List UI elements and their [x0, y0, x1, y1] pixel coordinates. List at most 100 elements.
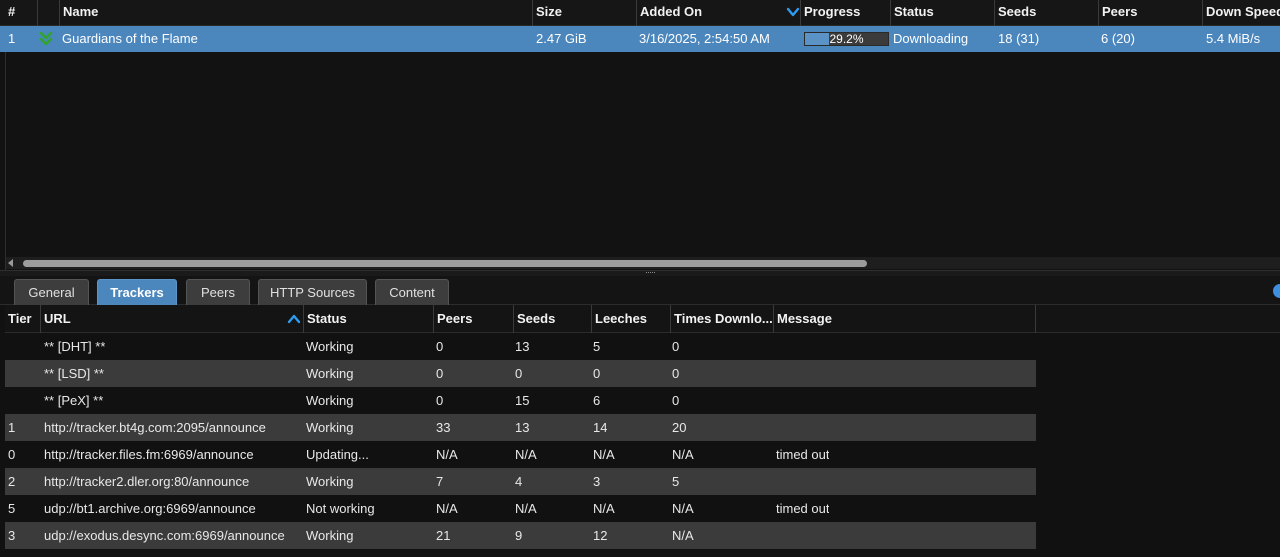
torrent-progress-bar: 29.2%: [804, 32, 889, 46]
tracker-row[interactable]: ** [LSD] ** Working 0 0 0 0: [5, 360, 1036, 387]
trackers-table: Tier URL Status Peers Seeds Leeches Time…: [5, 305, 1036, 557]
scrollbar-thumb[interactable]: [23, 260, 867, 267]
tracker-row[interactable]: ** [PeX] ** Working 0 15 6 0: [5, 387, 1036, 414]
column-header-times-downloaded[interactable]: Times Downlo...: [670, 305, 773, 333]
column-header-leeches[interactable]: Leeches: [591, 305, 670, 333]
tracker-seeds: N/A: [515, 501, 537, 516]
column-header-peers[interactable]: Peers: [433, 305, 513, 333]
column-header-seeds[interactable]: Seeds: [994, 0, 1098, 26]
column-header-peers[interactable]: Peers: [1098, 0, 1202, 26]
tracker-leeches: 5: [593, 339, 601, 354]
tracker-times-downloaded: 20: [672, 420, 687, 435]
progress-text: 29.2%: [829, 32, 864, 46]
tab-peers[interactable]: Peers: [186, 279, 250, 305]
tracker-seeds: 0: [515, 366, 523, 381]
tracker-url: udp://exodus.desync.com:6969/announce: [44, 528, 285, 543]
tracker-tier: 2: [8, 474, 16, 489]
chevron-down-icon: [786, 7, 800, 17]
torrent-seeds: 18 (31): [998, 31, 1040, 46]
column-header-message[interactable]: Message: [773, 305, 1036, 333]
properties-tab-bar: General Trackers Peers HTTP Sources Cont…: [0, 276, 1280, 305]
tracker-url: http://tracker.bt4g.com:2095/announce: [44, 420, 266, 435]
tracker-peers: 7: [436, 474, 444, 489]
scroll-left-arrow-icon[interactable]: [8, 259, 13, 267]
column-header-num[interactable]: #: [0, 0, 37, 26]
tracker-status: Not working: [306, 501, 375, 516]
tracker-url: http://tracker2.dler.org:80/announce: [44, 474, 250, 489]
torrent-peers: 6 (20): [1101, 31, 1135, 46]
tracker-message: timed out: [776, 501, 830, 516]
tracker-seeds: 15: [515, 393, 530, 408]
tracker-tier: 1: [8, 420, 16, 435]
torrent-status: Downloading: [893, 31, 969, 46]
tracker-seeds: N/A: [515, 447, 537, 462]
column-header-down-speed[interactable]: Down Speed: [1202, 0, 1280, 26]
column-header-added-on[interactable]: Added On: [636, 0, 800, 26]
tracker-peers: 0: [436, 339, 444, 354]
tracker-times-downloaded: 5: [672, 474, 680, 489]
tracker-peers: N/A: [436, 447, 458, 462]
tracker-seeds: 9: [515, 528, 523, 543]
column-header-size[interactable]: Size: [532, 0, 636, 26]
column-header-url[interactable]: URL: [40, 305, 303, 333]
tracker-url: http://tracker.files.fm:6969/announce: [44, 447, 254, 462]
tracker-seeds: 4: [515, 474, 523, 489]
column-header-name[interactable]: Name: [59, 0, 532, 26]
options-icon[interactable]: [1273, 284, 1280, 298]
column-header-tier[interactable]: Tier: [5, 305, 40, 333]
tracker-tier: 0: [8, 447, 16, 462]
tracker-times-downloaded: 0: [672, 366, 680, 381]
torrent-added-on: 3/16/2025, 2:54:50 AM: [639, 31, 770, 46]
tracker-status: Working: [306, 366, 354, 381]
tracker-leeches: 3: [593, 474, 601, 489]
tracker-url: udp://bt1.archive.org:6969/announce: [44, 501, 256, 516]
tracker-url: ** [LSD] **: [44, 366, 104, 381]
tracker-row[interactable]: 5 udp://bt1.archive.org:6969/announce No…: [5, 495, 1036, 522]
tab-trackers[interactable]: Trackers: [97, 279, 177, 305]
tracker-peers: 33: [436, 420, 451, 435]
torrent-name: Guardians of the Flame: [62, 31, 198, 46]
torrent-row[interactable]: 1 Guardians of the Flame 2.47 GiB 3/16/2…: [0, 26, 1280, 52]
splitter-grip-icon[interactable]: [646, 272, 655, 275]
tab-content[interactable]: Content: [375, 279, 449, 305]
torrent-num: 1: [8, 31, 16, 46]
tracker-leeches: 6: [593, 393, 601, 408]
tab-http-sources[interactable]: HTTP Sources: [258, 279, 367, 305]
tracker-times-downloaded: N/A: [672, 501, 694, 516]
tracker-leeches: N/A: [593, 447, 615, 462]
column-header-progress[interactable]: Progress: [800, 0, 890, 26]
tracker-row[interactable]: 0 http://tracker.files.fm:6969/announce …: [5, 441, 1036, 468]
tracker-status: Working: [306, 528, 354, 543]
tracker-row[interactable]: 3 udp://exodus.desync.com:6969/announce …: [5, 522, 1036, 549]
tracker-message: timed out: [776, 447, 830, 462]
tracker-leeches: N/A: [593, 501, 615, 516]
tracker-leeches: 14: [593, 420, 608, 435]
tracker-status: Working: [306, 339, 354, 354]
tracker-times-downloaded: N/A: [672, 528, 694, 543]
tracker-header-filler: [1036, 305, 1280, 333]
column-header-status[interactable]: Status: [890, 0, 994, 26]
tracker-seeds: 13: [515, 420, 530, 435]
column-header-status[interactable]: Status: [303, 305, 433, 333]
torrent-list-header: # Name Size Added On Progress Status See…: [0, 0, 1280, 26]
column-header-status-icon[interactable]: [37, 0, 60, 26]
tracker-status: Working: [306, 474, 354, 489]
column-header-seeds[interactable]: Seeds: [513, 305, 591, 333]
chevron-up-icon: [287, 314, 301, 324]
trackers-header: Tier URL Status Peers Seeds Leeches Time…: [5, 305, 1036, 333]
horizontal-scrollbar[interactable]: [6, 257, 1280, 269]
tracker-row[interactable]: 2 http://tracker2.dler.org:80/announce W…: [5, 468, 1036, 495]
tab-general[interactable]: General: [14, 279, 89, 305]
tracker-url: ** [PeX] **: [44, 393, 104, 408]
list-left-border: [5, 52, 6, 270]
downloading-double-chevron-icon: [39, 31, 53, 46]
tracker-times-downloaded: 0: [672, 393, 680, 408]
tracker-row[interactable]: 1 http://tracker.bt4g.com:2095/announce …: [5, 414, 1036, 441]
tracker-row[interactable]: ** [DHT] ** Working 0 13 5 0: [5, 333, 1036, 360]
tracker-peers: 21: [436, 528, 451, 543]
tracker-tier: 3: [8, 528, 16, 543]
tracker-url: ** [DHT] **: [44, 339, 106, 354]
tracker-leeches: 0: [593, 366, 601, 381]
tracker-times-downloaded: N/A: [672, 447, 694, 462]
tracker-peers: N/A: [436, 501, 458, 516]
